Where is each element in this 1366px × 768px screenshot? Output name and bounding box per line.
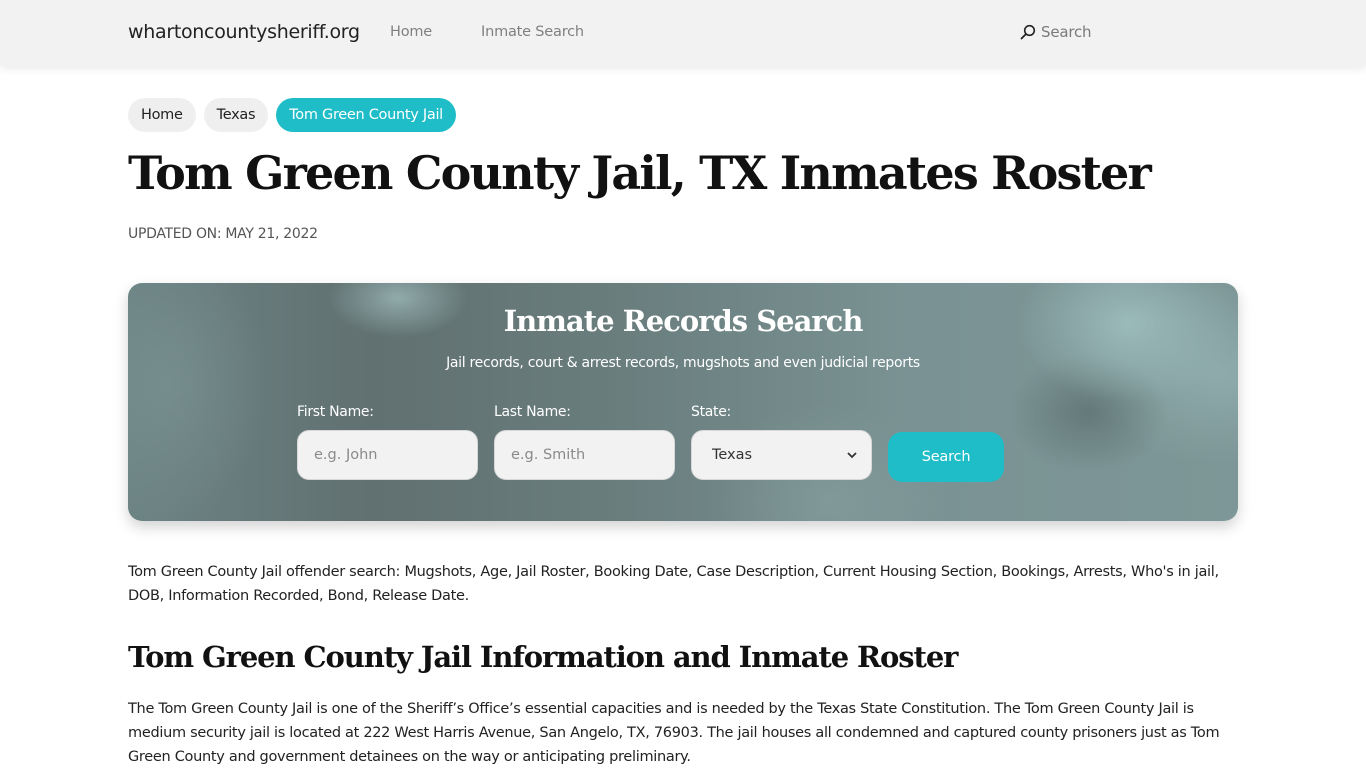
breadcrumb: Home Texas Tom Green County Jail <box>128 98 456 132</box>
search-submit-button[interactable]: Search <box>888 432 1004 482</box>
nav-link-home[interactable]: Home <box>390 24 432 40</box>
navbar: whartoncountysheriff.org Home Inmate Sea… <box>0 0 1366 66</box>
nav-link-inmate-search[interactable]: Inmate Search <box>481 24 584 40</box>
first-name-input[interactable] <box>297 430 478 480</box>
intro-text: Tom Green County Jail offender search: M… <box>128 564 1219 604</box>
search-icon <box>1020 24 1036 40</box>
inmate-search-panel: Inmate Records Search Jail records, cour… <box>128 283 1238 521</box>
site-brand-link[interactable]: whartoncountysheriff.org <box>128 21 360 43</box>
breadcrumb-home[interactable]: Home <box>128 98 196 132</box>
jail-info-paragraph: The Tom Green County Jail is one of the … <box>128 701 1220 765</box>
chevron-down-icon <box>847 449 857 462</box>
first-name-field-group: First Name: <box>297 404 478 480</box>
updated-date: UPDATED ON: MAY 21, 2022 <box>128 226 318 242</box>
breadcrumb-texas[interactable]: Texas <box>203 98 269 132</box>
search-panel-subtitle: Jail records, court & arrest records, mu… <box>446 355 920 371</box>
page-title: Tom Green County Jail, TX Inmates Roster <box>128 146 1152 200</box>
last-name-field-group: Last Name: <box>494 404 675 480</box>
state-label: State: <box>691 404 731 420</box>
search-panel-title: Inmate Records Search <box>503 304 864 338</box>
first-name-label: First Name: <box>297 404 374 420</box>
nav-search-button[interactable]: Search <box>1020 23 1092 41</box>
state-selected-value: Texas <box>712 447 753 463</box>
state-select[interactable]: Texas <box>691 430 872 480</box>
state-field-group: State: Texas <box>691 404 872 480</box>
last-name-input[interactable] <box>494 430 675 480</box>
last-name-label: Last Name: <box>494 404 571 420</box>
section-title: Tom Green County Jail Information and In… <box>128 640 958 674</box>
nav-search-label: Search <box>1041 23 1092 41</box>
breadcrumb-current[interactable]: Tom Green County Jail <box>276 98 456 132</box>
